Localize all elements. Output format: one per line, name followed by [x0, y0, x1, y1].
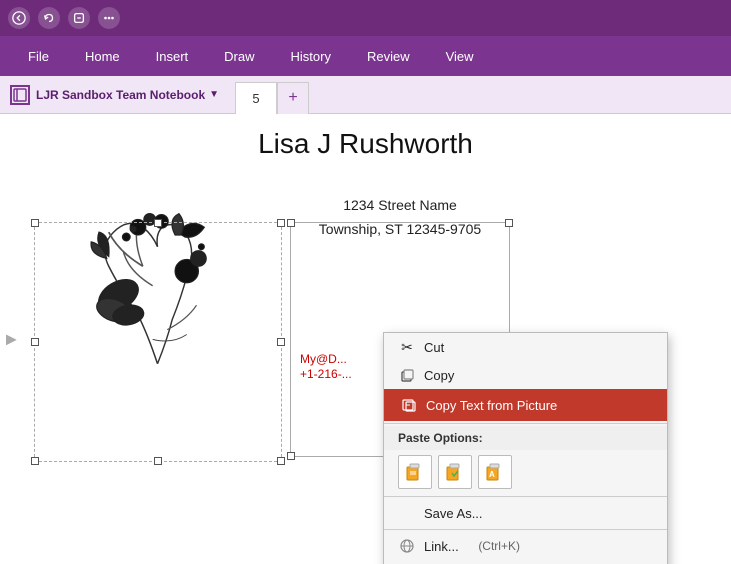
notebook-icon [10, 85, 30, 105]
ctx-separator-1 [384, 423, 667, 424]
address-line2: Township, ST 12345-9705 [290, 218, 510, 242]
ctx-copy-link[interactable]: Copy Link to Paragraph [384, 560, 667, 564]
page-area: ▶ Lisa J Rushworth [0, 114, 731, 564]
more-button[interactable] [98, 7, 120, 29]
cut-icon: ✂ [398, 338, 416, 356]
tab-home[interactable]: Home [67, 41, 138, 72]
copy-label: Copy [424, 368, 454, 383]
ctx-copy[interactable]: Copy [384, 361, 667, 389]
notebook-tabs: 5 + [235, 76, 309, 114]
paste-btn-2[interactable] [438, 455, 472, 489]
undo-button[interactable] [38, 7, 60, 29]
handle-ml[interactable] [31, 338, 39, 346]
ctx-save-as[interactable]: Save As... [384, 499, 667, 527]
copy-text-label: Copy Text from Picture [426, 398, 557, 413]
contact-email: My@D... [300, 352, 347, 366]
notebook-title-text: LJR Sandbox Team Notebook [36, 88, 205, 102]
pen-button[interactable] [68, 7, 90, 29]
handle-mr[interactable] [277, 338, 285, 346]
ctx-cut[interactable]: ✂ Cut [384, 333, 667, 361]
ctx-separator-2 [384, 496, 667, 497]
tab-insert[interactable]: Insert [138, 41, 207, 72]
handle2-bl[interactable] [287, 452, 295, 460]
ctx-link[interactable]: Link... (Ctrl+K) [384, 532, 667, 560]
paste-options-row: A [384, 450, 667, 494]
title-bar [0, 0, 731, 36]
save-as-label: Save As... [424, 506, 483, 521]
handle-tl[interactable] [31, 219, 39, 227]
save-as-icon [398, 504, 416, 522]
copy-text-icon [400, 396, 418, 414]
link-shortcut: (Ctrl+K) [478, 539, 520, 553]
address-block: 1234 Street Name Township, ST 12345-9705 [290, 194, 510, 242]
back-button[interactable] [8, 7, 30, 29]
handle-tr[interactable] [277, 219, 285, 227]
paste-options-label: Paste Options: [384, 426, 667, 450]
handle-bm[interactable] [154, 457, 162, 465]
paste-btn-1[interactable] [398, 455, 432, 489]
copy-icon [398, 366, 416, 384]
ctx-copy-text[interactable]: Copy Text from Picture [384, 389, 667, 421]
tab-file[interactable]: File [10, 41, 67, 72]
notebook-tab-5[interactable]: 5 [235, 82, 277, 114]
notebook-tab-add[interactable]: + [277, 82, 309, 114]
link-label: Link... [424, 539, 459, 554]
tab-view[interactable]: View [428, 41, 492, 72]
tab-history[interactable]: History [273, 41, 349, 72]
floral-image[interactable] [60, 176, 255, 376]
tab-draw[interactable]: Draw [206, 41, 272, 72]
notebook-bar: LJR Sandbox Team Notebook ▼ 5 + [0, 76, 731, 114]
paste-btn-3[interactable]: A [478, 455, 512, 489]
ctx-separator-3 [384, 529, 667, 530]
cut-label: Cut [424, 340, 444, 355]
notebook-dropdown-icon: ▼ [209, 89, 219, 100]
address-line1: 1234 Street Name [290, 194, 510, 218]
contact-phone: +1-216-... [300, 367, 352, 381]
handle-bl[interactable] [31, 457, 39, 465]
left-nav-arrow[interactable]: ▶ [6, 331, 17, 348]
notebook-title[interactable]: LJR Sandbox Team Notebook ▼ [36, 88, 219, 102]
handle-br[interactable] [277, 457, 285, 465]
context-menu: ✂ Cut Copy Copy Text from Picture Paste … [383, 332, 668, 564]
svg-text:A: A [489, 470, 495, 479]
page-title: Lisa J Rushworth [0, 128, 731, 160]
link-icon [398, 537, 416, 555]
tab-review[interactable]: Review [349, 41, 428, 72]
ribbon-bar: File Home Insert Draw History Review Vie… [0, 36, 731, 76]
